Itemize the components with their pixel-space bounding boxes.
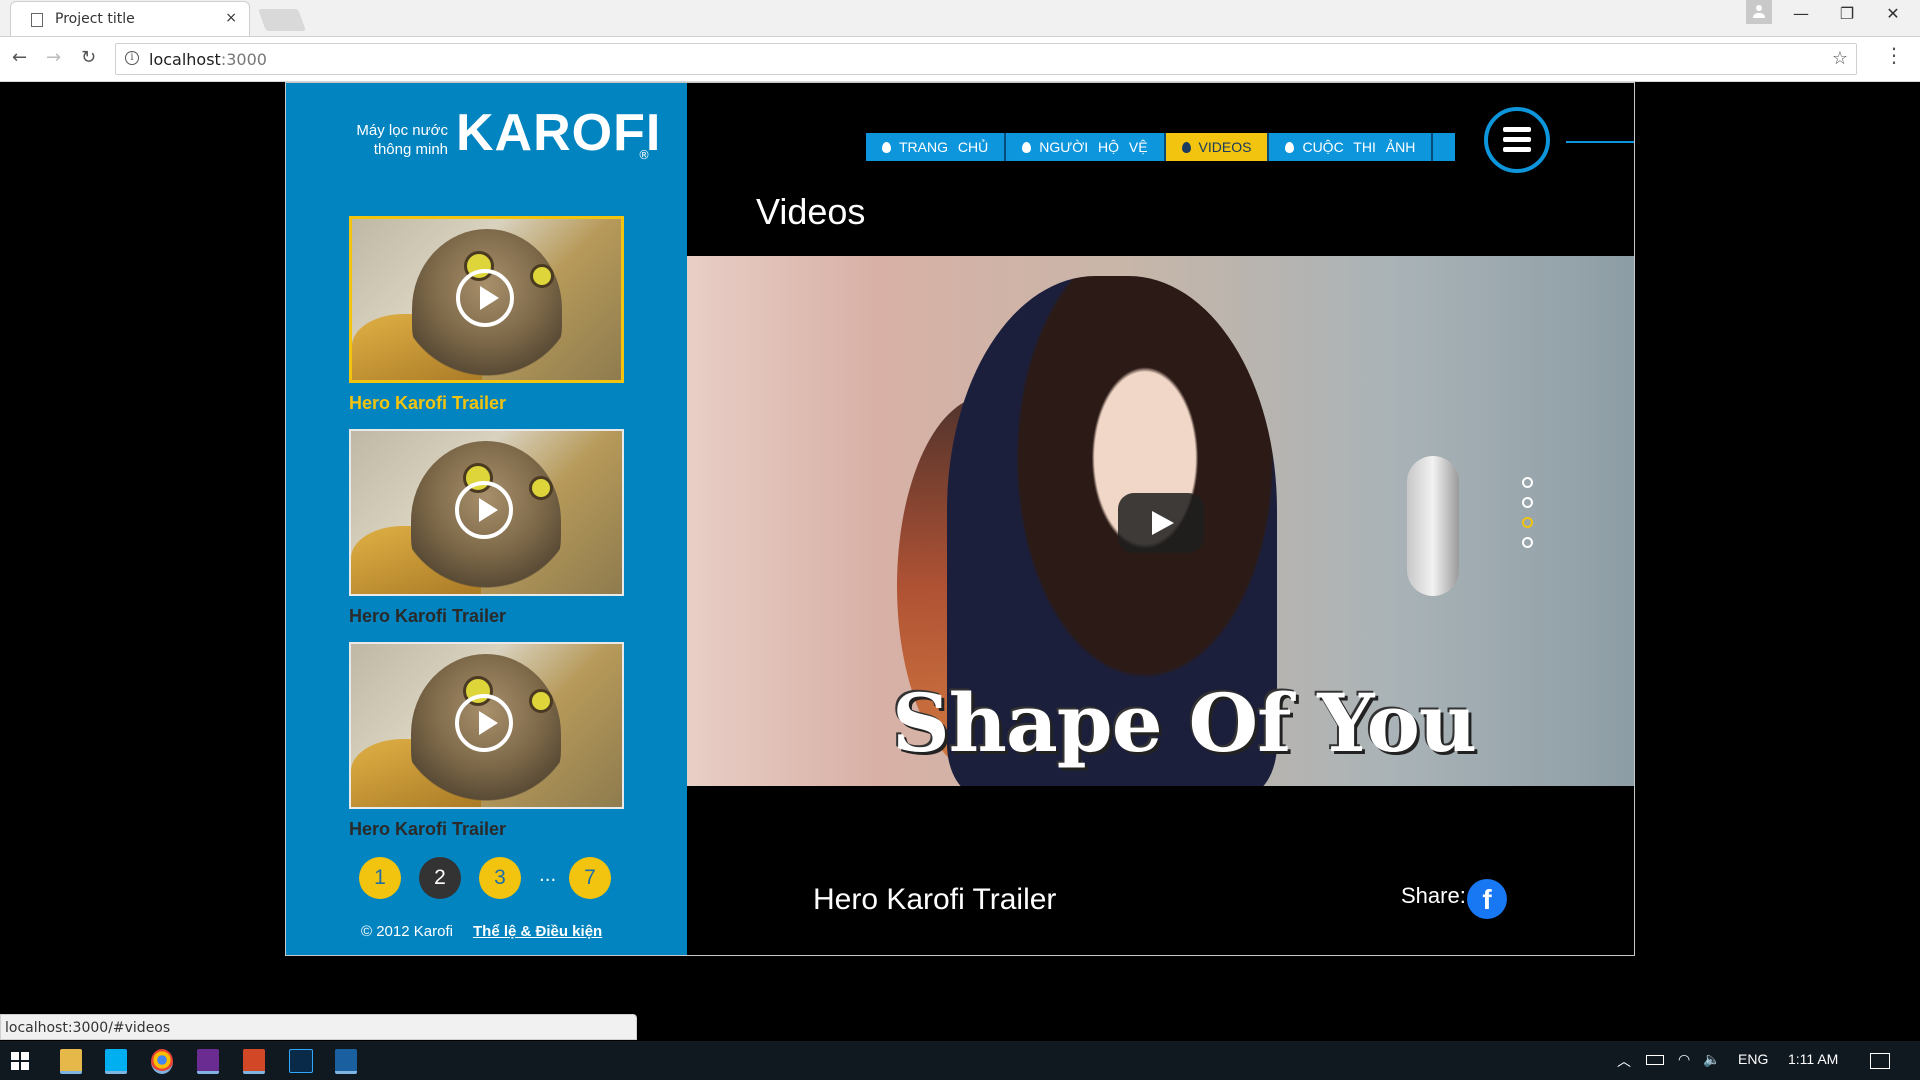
- main-nav: TRANG CHỦ NGƯỜI HỘ VỆ VIDEOS CUỘC THI ẢN…: [866, 133, 1456, 161]
- water-drop-icon: [882, 141, 891, 153]
- powerpoint-icon[interactable]: [243, 1049, 265, 1074]
- slide-dot-3[interactable]: [1522, 517, 1533, 528]
- play-icon[interactable]: [456, 269, 514, 327]
- video-caption-3[interactable]: Hero Karofi Trailer: [349, 819, 506, 840]
- status-bar-url: localhost:3000/#videos: [0, 1014, 637, 1040]
- registered-mark: ®: [638, 148, 650, 162]
- water-drop-icon: [1181, 141, 1191, 153]
- page-title: Videos: [756, 191, 866, 232]
- forward-button[interactable]: →: [46, 47, 61, 68]
- nav-item-trang-chu[interactable]: TRANG CHỦ: [866, 133, 1007, 161]
- slide-dot-4[interactable]: [1522, 537, 1533, 548]
- browser-tabbar: Project title × — ❐ ✕: [0, 0, 1920, 37]
- chrome-icon[interactable]: [151, 1049, 173, 1074]
- terms-link[interactable]: Thể lệ & Điều kiện: [473, 923, 602, 940]
- profile-icon[interactable]: [1746, 0, 1772, 24]
- nav-item-cuoc-thi-anh[interactable]: CUỘC THI ẢNH: [1269, 133, 1434, 161]
- facebook-share-icon[interactable]: f: [1467, 879, 1507, 919]
- water-drop-icon: [1285, 141, 1295, 153]
- photoshop-icon[interactable]: [289, 1049, 313, 1073]
- karofi-logo[interactable]: KAROFI: [456, 103, 661, 163]
- powershell-icon[interactable]: [335, 1049, 357, 1074]
- video-title: Hero Karofi Trailer: [813, 883, 1057, 916]
- video-caption-1[interactable]: Hero Karofi Trailer: [349, 393, 506, 414]
- microphone-image: [1407, 456, 1459, 596]
- close-window-button[interactable]: ✕: [1870, 4, 1916, 23]
- share-label: Share:: [1401, 883, 1466, 908]
- restore-button[interactable]: ❐: [1824, 4, 1870, 23]
- hamburger-menu-button[interactable]: [1484, 107, 1550, 173]
- tab-title: Project title: [55, 11, 135, 27]
- web-page: Máy lọc nước thông minh KAROFI ® Hero Ka…: [285, 82, 1635, 956]
- bookmark-star-icon[interactable]: ☆: [1832, 48, 1848, 69]
- page-button-2[interactable]: 2: [419, 857, 461, 899]
- browser-tab[interactable]: Project title ×: [10, 1, 250, 36]
- back-button[interactable]: ←: [12, 47, 27, 68]
- windows-start-icon[interactable]: [11, 1052, 29, 1070]
- volume-icon[interactable]: 🔈: [1703, 1051, 1720, 1068]
- new-tab-button[interactable]: [257, 9, 307, 31]
- reload-button[interactable]: ↻: [81, 47, 96, 68]
- sidebar: Máy lọc nước thông minh KAROFI ® Hero Ka…: [286, 83, 687, 955]
- page-button-3[interactable]: 3: [479, 857, 521, 899]
- logo-tagline: Máy lọc nước thông minh: [356, 122, 448, 158]
- minimize-button[interactable]: —: [1778, 4, 1824, 23]
- phpstorm-icon[interactable]: [197, 1049, 219, 1074]
- wifi-icon[interactable]: ◠: [1678, 1051, 1690, 1068]
- video-thumbnail-3[interactable]: [349, 642, 624, 809]
- pagination-ellipsis: ...: [539, 865, 557, 886]
- skype-icon[interactable]: [105, 1049, 127, 1074]
- address-bar[interactable]: i localhost:3000 ☆: [115, 43, 1857, 75]
- video-overlay-text: Shape Of You: [892, 676, 1477, 770]
- play-icon[interactable]: [455, 694, 513, 752]
- browser-menu-icon[interactable]: ⋮: [1884, 45, 1904, 65]
- page-button-7[interactable]: 7: [569, 857, 611, 899]
- nav-end-cap: [1433, 133, 1456, 161]
- slide-dot-1[interactable]: [1522, 477, 1533, 488]
- windows-taskbar: ︿ ◠ 🔈 ENG 1:11 AM: [0, 1041, 1920, 1080]
- play-icon[interactable]: [455, 481, 513, 539]
- video-thumbnail-1[interactable]: [349, 216, 624, 383]
- nav-item-nguoi-ho-ve[interactable]: NGƯỜI HỘ VỆ: [1006, 133, 1166, 161]
- url-text[interactable]: localhost:3000: [149, 50, 267, 69]
- video-player[interactable]: Shape Of You: [687, 256, 1634, 786]
- video-thumbnail-2[interactable]: [349, 429, 624, 596]
- nav-divider-line: [1566, 141, 1634, 143]
- battery-icon[interactable]: [1646, 1055, 1664, 1065]
- copyright-text: © 2012 Karofi: [361, 923, 453, 940]
- youtube-play-button[interactable]: [1118, 493, 1204, 553]
- nav-item-videos[interactable]: VIDEOS: [1165, 133, 1270, 161]
- tab-close-icon[interactable]: ×: [225, 10, 237, 26]
- info-icon[interactable]: i: [125, 51, 139, 65]
- slide-indicator: [1522, 477, 1533, 557]
- clock[interactable]: 1:11 AM: [1788, 1051, 1838, 1067]
- page-button-1[interactable]: 1: [359, 857, 401, 899]
- tray-expand-icon[interactable]: ︿: [1617, 1051, 1631, 1071]
- page-icon: [31, 13, 43, 27]
- notifications-icon[interactable]: [1870, 1053, 1890, 1069]
- language-indicator[interactable]: ENG: [1738, 1051, 1768, 1067]
- browser-toolbar: ← → ↻ i localhost:3000 ☆ ⋮: [0, 37, 1920, 82]
- file-explorer-icon[interactable]: [60, 1049, 82, 1074]
- video-caption-2[interactable]: Hero Karofi Trailer: [349, 606, 506, 627]
- water-drop-icon: [1022, 141, 1032, 153]
- slide-dot-2[interactable]: [1522, 497, 1533, 508]
